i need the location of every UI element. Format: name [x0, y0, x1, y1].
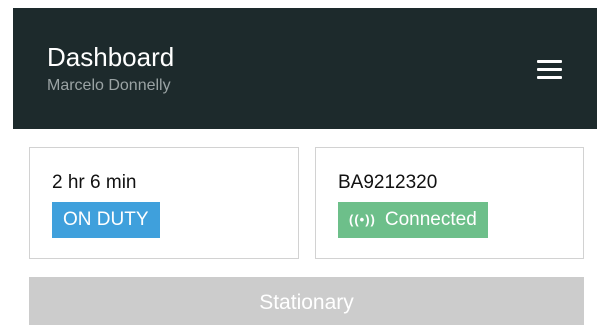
- app-header: Dashboard Marcelo Donnelly: [13, 8, 597, 129]
- menu-line: [537, 76, 562, 79]
- user-name: Marcelo Donnelly: [47, 77, 171, 94]
- duty-time: 2 hr 6 min: [52, 172, 137, 193]
- duty-status-card[interactable]: 2 hr 6 min ON DUTY: [29, 147, 299, 259]
- motion-status-bar: Stationary: [29, 277, 584, 325]
- device-connection-card[interactable]: BA9212320 ((•)) Connected: [315, 147, 584, 259]
- menu-line: [537, 60, 562, 63]
- menu-line: [537, 68, 562, 71]
- connection-status-label: Connected: [384, 209, 477, 230]
- hamburger-menu-icon[interactable]: [532, 54, 566, 84]
- page-title: Dashboard: [47, 42, 175, 72]
- connection-status-badge: ((•)) Connected: [338, 202, 488, 238]
- signal-icon: ((•)): [349, 212, 376, 227]
- dashboard-screen: Dashboard Marcelo Donnelly 2 hr 6 min ON…: [0, 0, 604, 325]
- device-id: BA9212320: [338, 172, 438, 193]
- duty-status-badge: ON DUTY: [52, 202, 160, 238]
